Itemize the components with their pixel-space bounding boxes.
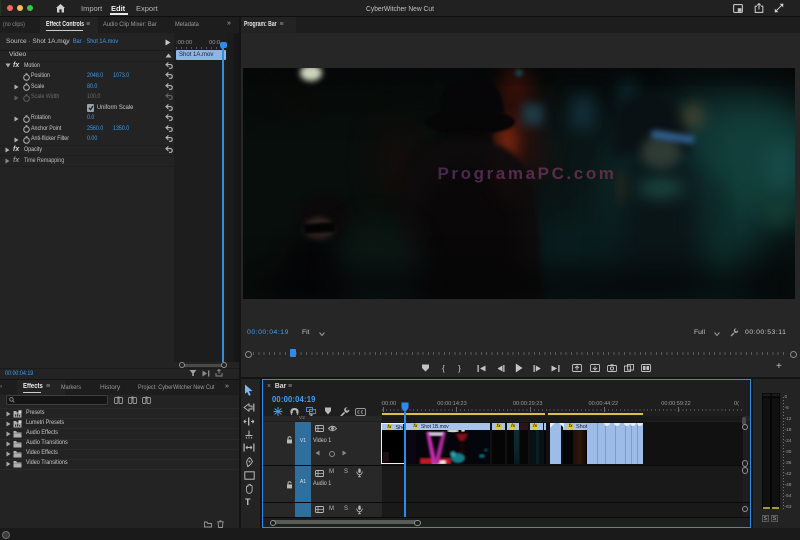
svg-text:ProgramaPC.com: ProgramaPC.com	[437, 164, 616, 183]
